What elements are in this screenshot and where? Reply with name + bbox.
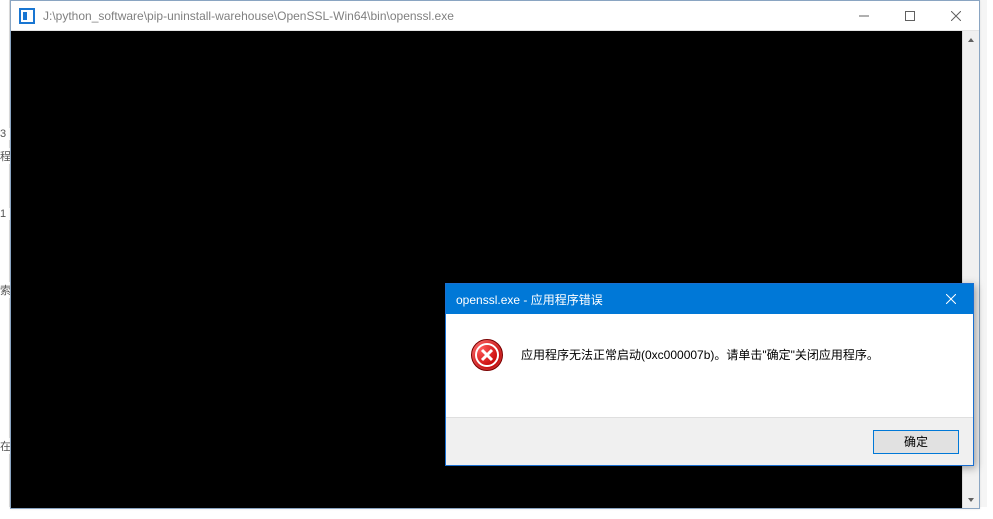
maximize-icon xyxy=(905,11,915,21)
window-title: J:\python_software\pip-uninstall-warehou… xyxy=(43,9,841,23)
dialog-titlebar[interactable]: openssl.exe - 应用程序错误 xyxy=(446,284,973,314)
close-icon xyxy=(946,294,956,304)
gutter-fragment: 3 xyxy=(0,128,10,140)
ok-button[interactable]: 确定 xyxy=(873,430,959,454)
close-button[interactable] xyxy=(933,1,979,30)
error-dialog: openssl.exe - 应用程序错误 应用程序无法正常启动(0xc00000… xyxy=(445,283,974,466)
window-titlebar[interactable]: J:\python_software\pip-uninstall-warehou… xyxy=(11,1,979,31)
close-icon xyxy=(951,11,961,21)
scroll-down-icon xyxy=(967,496,975,504)
gutter-fragment: 索 xyxy=(0,282,10,298)
minimize-button[interactable] xyxy=(841,1,887,30)
scroll-up-button[interactable] xyxy=(963,31,979,48)
gutter-fragment: 在 xyxy=(0,438,10,454)
minimize-icon xyxy=(859,11,869,21)
scroll-down-button[interactable] xyxy=(963,491,979,508)
error-icon xyxy=(471,339,503,371)
dialog-title: openssl.exe - 应用程序错误 xyxy=(456,291,928,308)
obscured-background-right xyxy=(987,0,993,519)
gutter-fragment: 程 xyxy=(0,148,10,164)
maximize-button[interactable] xyxy=(887,1,933,30)
app-icon xyxy=(19,8,35,24)
dialog-body: 应用程序无法正常启动(0xc000007b)。请单击"确定"关闭应用程序。 xyxy=(446,314,973,417)
dialog-footer: 确定 xyxy=(446,417,973,465)
window-controls xyxy=(841,1,979,30)
dialog-message: 应用程序无法正常启动(0xc000007b)。请单击"确定"关闭应用程序。 xyxy=(521,339,879,364)
scroll-up-icon xyxy=(967,36,975,44)
dialog-close-button[interactable] xyxy=(928,284,973,314)
gutter-fragment: 1 xyxy=(0,208,10,220)
